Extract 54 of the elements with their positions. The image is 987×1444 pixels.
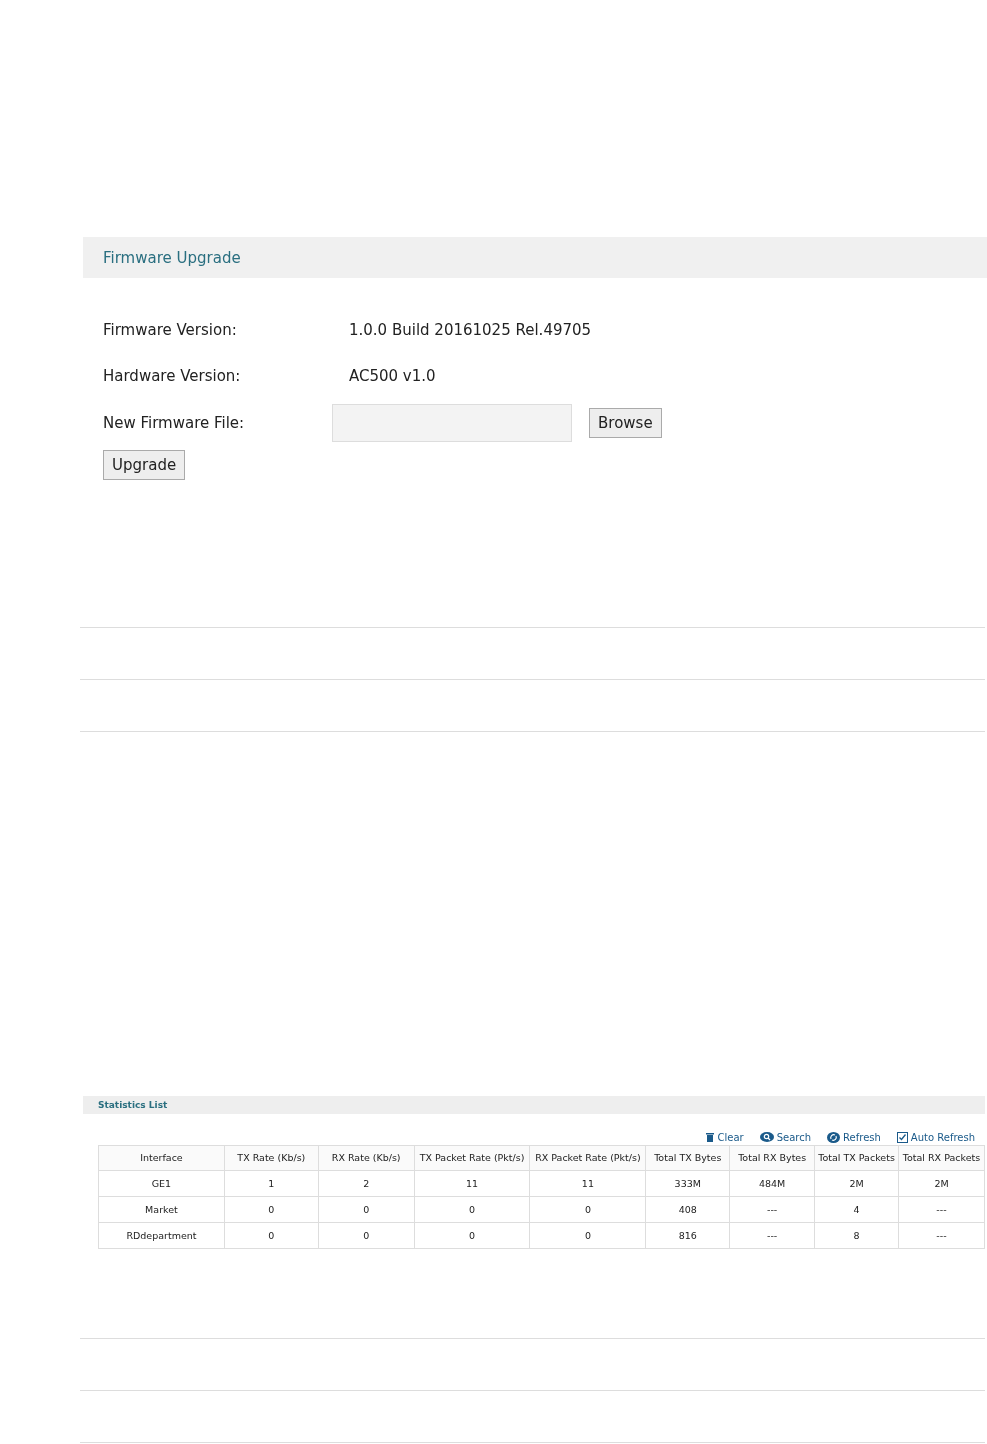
column-header: Interface [98, 1145, 225, 1171]
table-cell: 2 [318, 1170, 415, 1197]
table-cell: 816 [645, 1222, 730, 1249]
section-title: Firmware Upgrade [103, 248, 241, 267]
field-label: Hardware Version: [103, 366, 242, 385]
table-cell: 0 [414, 1222, 530, 1249]
checkbox[interactable] [896, 1131, 908, 1143]
checkbox-label[interactable]: Auto Refresh [910, 1131, 975, 1143]
refresh-icon [827, 1131, 841, 1143]
table-cell: 484M [729, 1170, 815, 1197]
table-cell: --- [898, 1222, 985, 1249]
table-cell: --- [729, 1222, 815, 1249]
field-label: New Firmware File: [103, 414, 246, 432]
table-cell: 11 [530, 1170, 646, 1197]
table-cell: 0 [318, 1196, 415, 1223]
column-header: Total TX Bytes [645, 1145, 730, 1171]
table-cell: GE1 [98, 1170, 225, 1197]
table-cell: RDdepartment [98, 1222, 225, 1249]
table-cell: 0 [414, 1196, 530, 1223]
table-cell: 0 [530, 1222, 646, 1249]
table-cell: 2M [898, 1170, 985, 1197]
table-cell: 0 [224, 1222, 319, 1249]
table-cell: 2M [814, 1170, 899, 1197]
field-label: Firmware Version: [103, 320, 238, 339]
table-cell: 408 [645, 1196, 730, 1223]
browse-button[interactable]: Browse [589, 408, 662, 438]
table-cell: 0 [318, 1222, 415, 1249]
table-cell: 333M [645, 1170, 730, 1197]
trash-icon [704, 1132, 715, 1142]
column-header: Total TX Packets [814, 1145, 899, 1171]
table-cell: 0 [530, 1196, 646, 1223]
table-cell: 1 [224, 1170, 319, 1197]
table-cell: 4 [814, 1196, 899, 1223]
search-icon [759, 1132, 774, 1142]
column-header: RX Packet Rate (Pkt/s) [530, 1145, 646, 1171]
toolbar-link[interactable]: Clear [717, 1131, 744, 1143]
toolbar-link[interactable]: Refresh [843, 1131, 881, 1143]
column-header: Total RX Packets [898, 1145, 985, 1171]
table-cell: --- [898, 1196, 985, 1223]
table-cell: --- [729, 1196, 815, 1223]
table-cell: 11 [414, 1170, 530, 1197]
column-header: TX Packet Rate (Pkt/s) [414, 1145, 530, 1171]
column-header: RX Rate (Kb/s) [318, 1145, 415, 1171]
table-cell: Market [98, 1196, 225, 1223]
file-field[interactable] [332, 404, 572, 442]
column-header: Total RX Bytes [729, 1145, 815, 1171]
table-cell: 8 [814, 1222, 899, 1249]
toolbar-link[interactable]: Search [776, 1131, 812, 1143]
field-value: AC500 v1.0 [349, 366, 436, 385]
upgrade-button[interactable]: Upgrade [103, 450, 186, 480]
table-cell: 0 [224, 1196, 319, 1223]
column-header: TX Rate (Kb/s) [224, 1145, 319, 1171]
section-title: Statistics List [98, 1100, 168, 1110]
field-value: 1.0.0 Build 20161025 Rel.49705 [349, 320, 592, 339]
